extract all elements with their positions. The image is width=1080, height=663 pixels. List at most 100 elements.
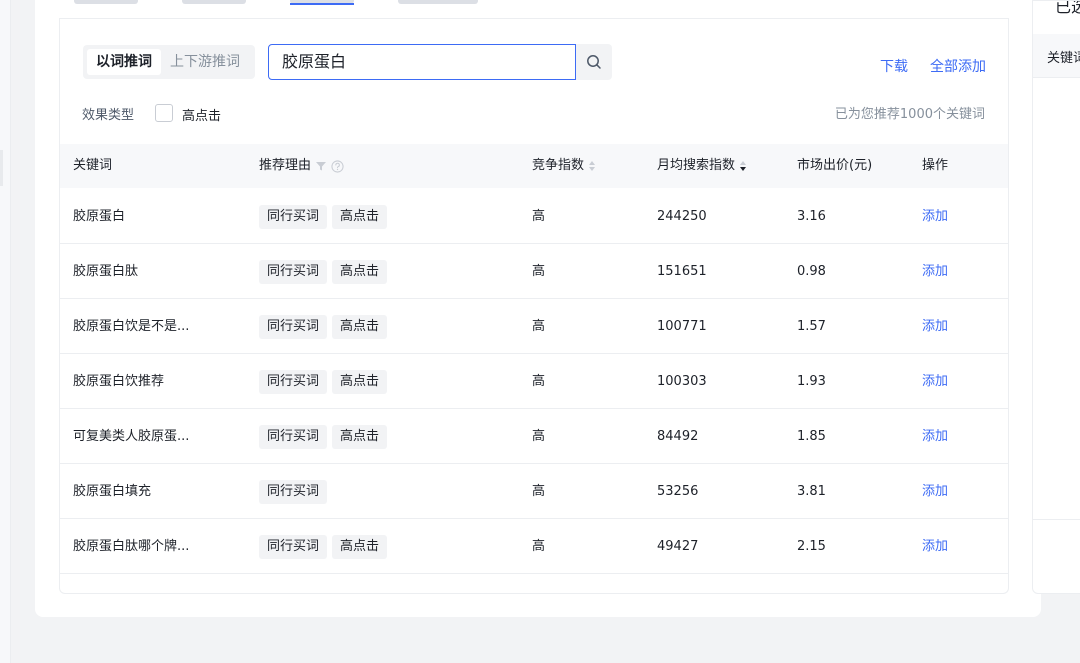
keyword-cell: 可复美类人胶原蛋... — [73, 429, 190, 444]
left-sidebar-edge — [0, 0, 11, 663]
mode-word-to-word[interactable]: 以词推词 — [87, 49, 161, 75]
competition-cell: 高 — [532, 264, 546, 279]
competition-cell: 高 — [532, 539, 546, 554]
col-competition[interactable]: 竞争指数 — [532, 144, 596, 188]
reason-cell: 同行买词 高点击 — [259, 519, 392, 574]
search-icon — [587, 55, 601, 69]
high-click-checkbox[interactable] — [155, 104, 173, 122]
col-reason-label: 推荐理由 — [259, 158, 312, 173]
keyword-search-input[interactable]: 胶原蛋白 — [268, 44, 576, 80]
selected-keywords-panel: 已选 关键词 — [1032, 0, 1080, 594]
col-price-label: 市场出价(元) — [797, 158, 873, 173]
col-competition-label: 竞争指数 — [532, 158, 585, 173]
price-cell: 3.81 — [797, 484, 826, 499]
competition-cell: 高 — [532, 319, 546, 334]
mode-upstream-downstream[interactable]: 上下游推词 — [161, 49, 249, 75]
keyword-cell: 胶原蛋白填充 — [73, 484, 152, 499]
add-keyword-button[interactable]: 添加 — [922, 464, 948, 519]
price-cell: 1.85 — [797, 429, 826, 444]
monthly-search-cell: 151651 — [657, 264, 707, 279]
reason-tag: 同行买词 — [259, 424, 328, 449]
help-icon[interactable] — [331, 159, 344, 173]
selected-panel-divider — [1033, 519, 1080, 520]
active-tab-indicator — [290, 3, 354, 5]
table-row: 胶原蛋白 同行买词 高点击 高 244250 3.16 添加 — [60, 189, 1008, 244]
price-cell: 1.93 — [797, 374, 826, 389]
reason-cell: 同行买词 高点击 — [259, 409, 392, 464]
add-keyword-button[interactable]: 添加 — [922, 244, 948, 299]
col-price: 市场出价(元) — [797, 144, 872, 188]
recommend-mode-toggle: 以词推词 上下游推词 — [83, 45, 255, 79]
search-button[interactable] — [576, 44, 612, 80]
reason-tag: 同行买词 — [259, 314, 328, 339]
price-cell: 1.57 — [797, 319, 826, 334]
table-row: 胶原蛋白肽 同行买词 高点击 高 151651 0.98 添加 — [60, 244, 1008, 299]
col-action: 操作 — [922, 144, 948, 188]
keyword-cell: 胶原蛋白肽 — [73, 264, 139, 279]
add-keyword-button[interactable]: 添加 — [922, 409, 948, 464]
competition-cell: 高 — [532, 429, 546, 444]
reason-tag: 同行买词 — [259, 259, 328, 284]
monthly-search-cell: 53256 — [657, 484, 699, 499]
table-header: 关键词 推荐理由 竞争指数 月均搜索指数 市场出价(元) 操作 — [60, 144, 1008, 188]
reason-tag: 同行买词 — [259, 204, 328, 229]
reason-tag: 高点击 — [332, 204, 388, 229]
reason-tag: 同行买词 — [259, 479, 328, 504]
add-keyword-button[interactable]: 添加 — [922, 299, 948, 354]
tab-1[interactable] — [74, 0, 138, 4]
reason-cell: 同行买词 高点击 — [259, 244, 392, 299]
result-count: 已为您推荐1000个关键词 — [834, 107, 985, 122]
keyword-cell: 胶原蛋白饮是不是... — [73, 319, 190, 334]
reason-cell: 同行买词 高点击 — [259, 189, 392, 244]
monthly-search-cell: 84492 — [657, 429, 699, 444]
add-keyword-button[interactable]: 添加 — [922, 354, 948, 409]
monthly-search-cell: 244250 — [657, 209, 707, 224]
keyword-cell: 胶原蛋白 — [73, 209, 126, 224]
tab-4[interactable] — [398, 0, 478, 4]
reason-tag: 高点击 — [332, 369, 388, 394]
col-keyword: 关键词 — [73, 144, 112, 188]
reason-tag: 高点击 — [332, 424, 388, 449]
add-keyword-button[interactable]: 添加 — [922, 189, 948, 244]
add-keyword-button[interactable]: 添加 — [922, 519, 948, 574]
table-row: 可复美类人胶原蛋... 同行买词 高点击 高 84492 1.85 添加 — [60, 409, 1008, 464]
col-keyword-label: 关键词 — [73, 158, 113, 173]
reason-cell: 同行买词 高点击 — [259, 354, 392, 409]
reason-tag: 高点击 — [332, 314, 388, 339]
add-all-link[interactable]: 全部添加 — [930, 56, 986, 76]
filter-icon[interactable] — [315, 160, 327, 172]
col-reason: 推荐理由 — [259, 144, 344, 188]
reason-tag: 同行买词 — [259, 369, 328, 394]
selected-panel-title: 已选 — [1055, 0, 1080, 16]
sort-desc-icon[interactable] — [739, 160, 747, 172]
sidebar-active-marker — [0, 150, 3, 186]
effect-type-label: 效果类型 — [82, 108, 135, 123]
competition-cell: 高 — [532, 484, 546, 499]
price-cell: 0.98 — [797, 264, 826, 279]
sort-icon[interactable] — [588, 160, 596, 172]
monthly-search-cell: 100771 — [657, 319, 707, 334]
keyword-cell: 胶原蛋白肽哪个牌... — [73, 539, 190, 554]
col-action-label: 操作 — [922, 158, 949, 173]
tab-2[interactable] — [182, 0, 246, 4]
reason-tag: 同行买词 — [259, 534, 328, 559]
table-row: 胶原蛋白饮推荐 同行买词 高点击 高 100303 1.93 添加 — [60, 354, 1008, 409]
competition-cell: 高 — [532, 374, 546, 389]
selected-table-header: 关键词 — [1033, 34, 1080, 78]
col-monthly-search-label: 月均搜索指数 — [657, 158, 736, 173]
monthly-search-cell: 49427 — [657, 539, 699, 554]
price-cell: 2.15 — [797, 539, 826, 554]
reason-tag: 高点击 — [332, 534, 388, 559]
selected-col-keyword: 关键词 — [1047, 51, 1080, 66]
download-link[interactable]: 下载 — [880, 56, 908, 76]
table-row: 胶原蛋白肽哪个牌... 同行买词 高点击 高 49427 2.15 添加 — [60, 519, 1008, 574]
reason-cell: 同行买词 高点击 — [259, 299, 392, 354]
reason-tag: 高点击 — [332, 259, 388, 284]
keyword-cell: 胶原蛋白饮推荐 — [73, 374, 165, 389]
high-click-label[interactable]: 高点击 — [182, 105, 221, 124]
col-monthly-search[interactable]: 月均搜索指数 — [657, 144, 747, 188]
table-row: 胶原蛋白饮是不是... 同行买词 高点击 高 100771 1.57 添加 — [60, 299, 1008, 354]
price-cell: 3.16 — [797, 209, 826, 224]
table-row: 胶原蛋白填充 同行买词 高 53256 3.81 添加 — [60, 464, 1008, 519]
monthly-search-cell: 100303 — [657, 374, 707, 389]
